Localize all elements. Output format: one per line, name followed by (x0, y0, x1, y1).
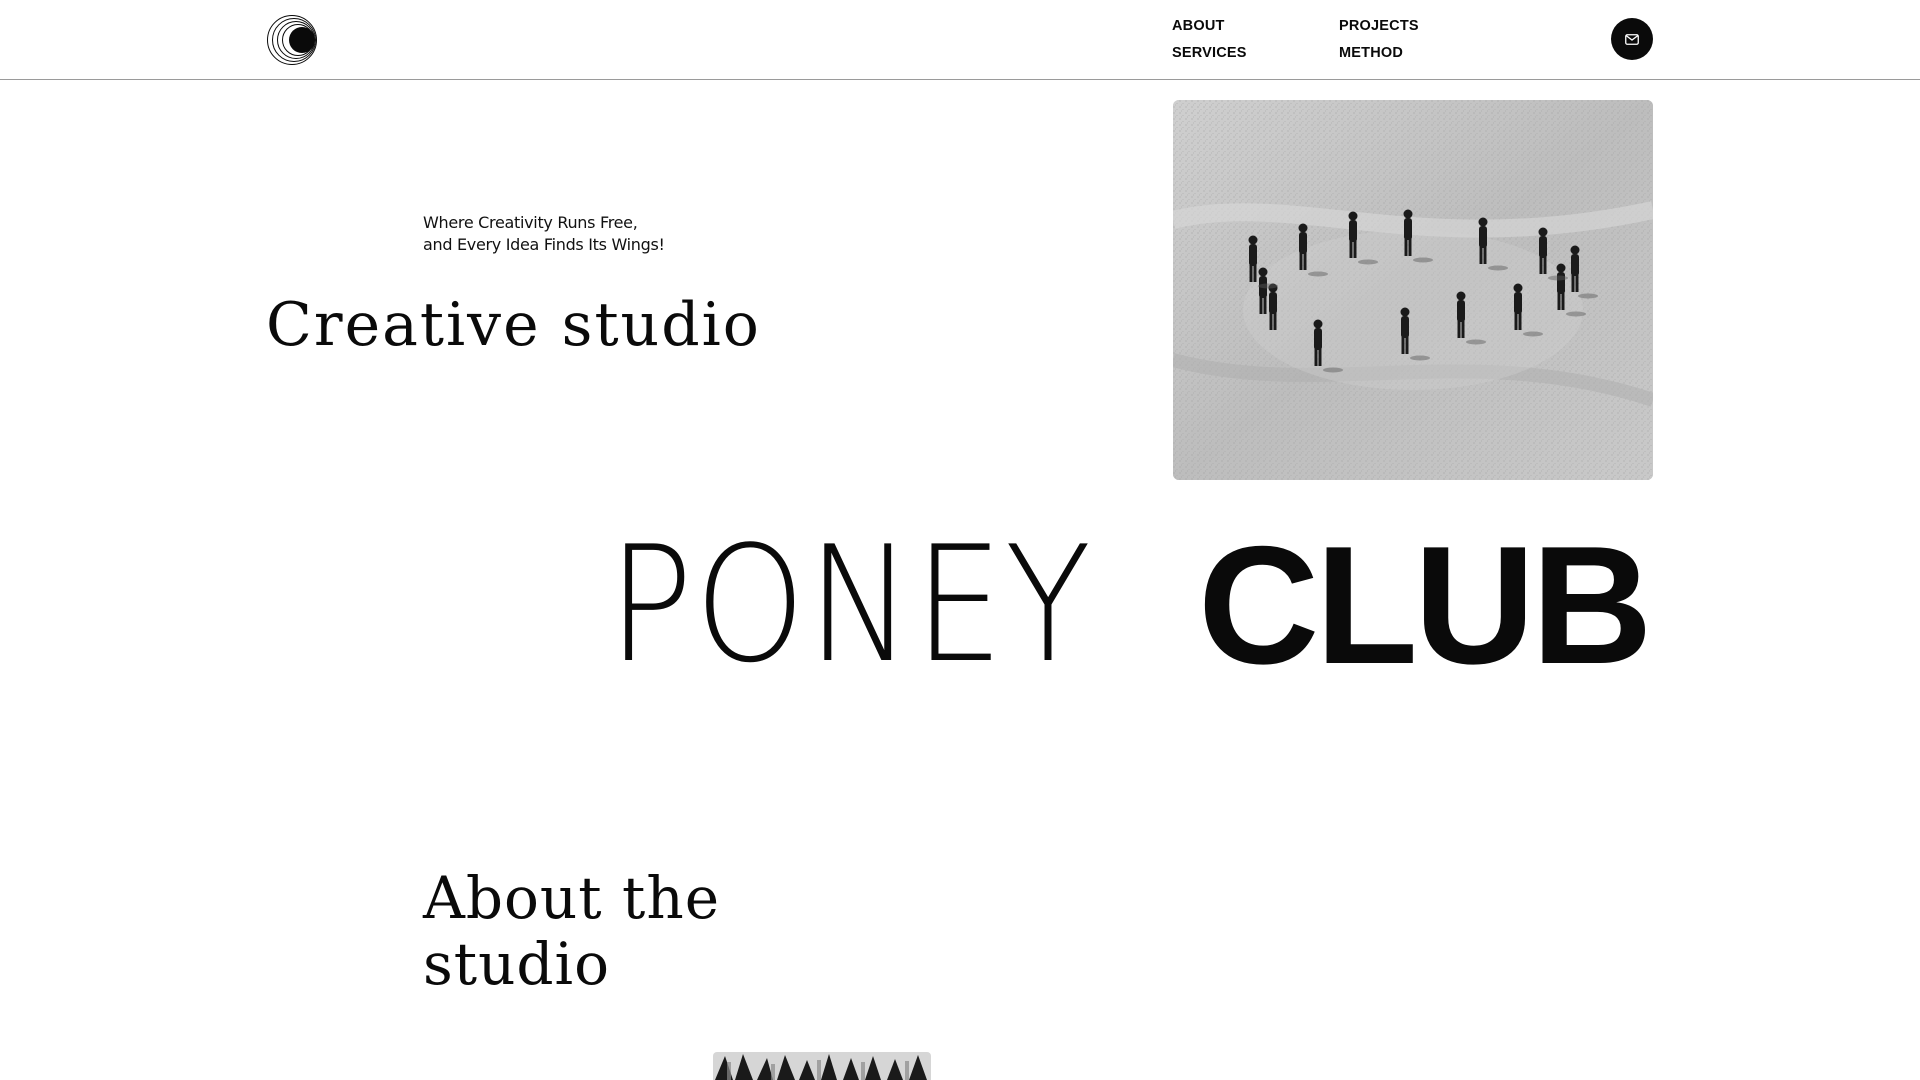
about-title-line-2: studio (423, 930, 611, 998)
nav-services[interactable]: SERVICES (1172, 42, 1247, 64)
site-header: ABOUT PROJECTS SERVICES METHOD (0, 0, 1920, 80)
nav-about[interactable]: ABOUT (1172, 15, 1225, 37)
tagline-line-2: and Every Idea Finds Its Wings! (423, 235, 665, 254)
nav-projects[interactable]: PROJECTS (1339, 15, 1419, 37)
hero-photo (1173, 100, 1653, 480)
tagline-line-1: Where Creativity Runs Free, (423, 213, 638, 232)
wordmark-club: CLUB (1198, 511, 1653, 699)
about-title-line-1: About the (423, 864, 721, 932)
hero-tagline: Where Creativity Runs Free, and Every Id… (423, 212, 723, 256)
about-title: About the studio (423, 865, 720, 997)
brand-wordmark: PONEY CLUB (608, 511, 1658, 699)
patterned-thumbnail (713, 1052, 931, 1080)
hero-title: Creative studio (266, 290, 761, 360)
wordmark-poney: PONEY (608, 511, 1093, 698)
group-in-circle-on-sand-photo (1173, 100, 1653, 480)
about-thumbnail (713, 1052, 931, 1080)
logo[interactable] (266, 14, 318, 66)
mail-icon (1625, 33, 1639, 45)
contact-button[interactable] (1611, 18, 1653, 60)
nav-method[interactable]: METHOD (1339, 42, 1403, 64)
main-nav: ABOUT PROJECTS SERVICES METHOD (1172, 15, 1432, 67)
concentric-circles-logo-icon (267, 15, 317, 65)
